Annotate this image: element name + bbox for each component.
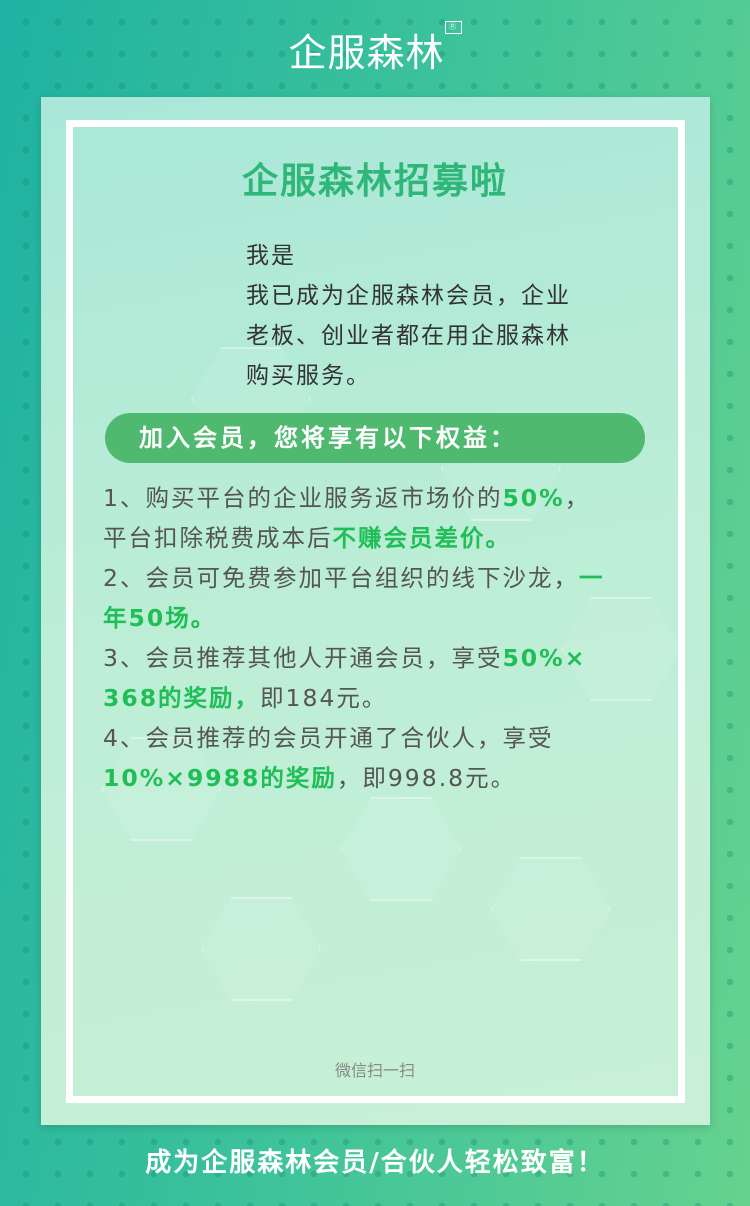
benefit-item: 1、购买平台的企业服务返市场价的50%， 平台扣除税费成本后不赚会员差价。 [103,478,604,558]
wechat-scan-label: 微信扫一扫 [334,1061,415,1080]
benefit-text: 4、会员推荐的会员开通了合伙人，享受 [103,724,554,752]
benefit-text: ，即998.8元。 [336,764,517,792]
benefits-heading: 加入会员，您将享有以下权益： [105,413,645,463]
highlight-text: 50% [502,484,565,512]
highlight-text: 年50场。 [103,604,217,632]
intro-text: 我是 我已成为企服森林会员，企业 老板、创业者都在用企服森林 购买服务。 [246,236,571,396]
benefit-text: 1、购买平台的企业服务返市场价的 [103,484,503,512]
footer-slogan: 成为企服森林会员/合伙人轻松致富！ [145,1148,605,1178]
logo-text: 企服森林 [288,31,445,75]
benefit-item: 2、会员可免费参加平台组织的线下沙龙，一年50场。 [103,558,604,638]
intro-line: 购买服务。 [246,363,371,389]
intro-line: 我已成为企服森林会员，企业 [246,283,571,309]
highlight-text: 10%×9988的奖励 [103,764,337,792]
intro-line: 我是 [246,243,296,269]
registered-mark: ® [444,21,462,34]
benefits-list: 1、购买平台的企业服务返市场价的50%， 平台扣除税费成本后不赚会员差价。 2、会员… [103,478,604,798]
benefit-text: 3、会员推荐其他人开通会员，享受 [103,644,503,672]
highlight-text: 一 [578,564,605,592]
benefit-item: 3、会员推荐其他人开通会员，享受50%× 368的奖励，即184元。 [103,638,604,718]
highlight-text: 50%× [502,644,587,672]
benefit-text: ， [564,484,591,512]
benefit-item: 4、会员推荐的会员开通了合伙人，享受 10%×9988的奖励，即998.8元。 [103,718,604,798]
benefit-text: 2、会员可免费参加平台组织的线下沙龙， [103,564,579,592]
page-title: 企服森林招募啦 [241,161,508,202]
benefit-text: 即184元。 [260,684,388,712]
benefit-text: 平台扣除税费成本后 [103,524,333,552]
highlight-text: 不赚会员差价。 [332,524,511,552]
intro-line: 老板、创业者都在用企服森林 [246,323,571,349]
logo: 企服森林® [0,21,750,77]
highlight-text: 368的奖励， [103,684,261,712]
